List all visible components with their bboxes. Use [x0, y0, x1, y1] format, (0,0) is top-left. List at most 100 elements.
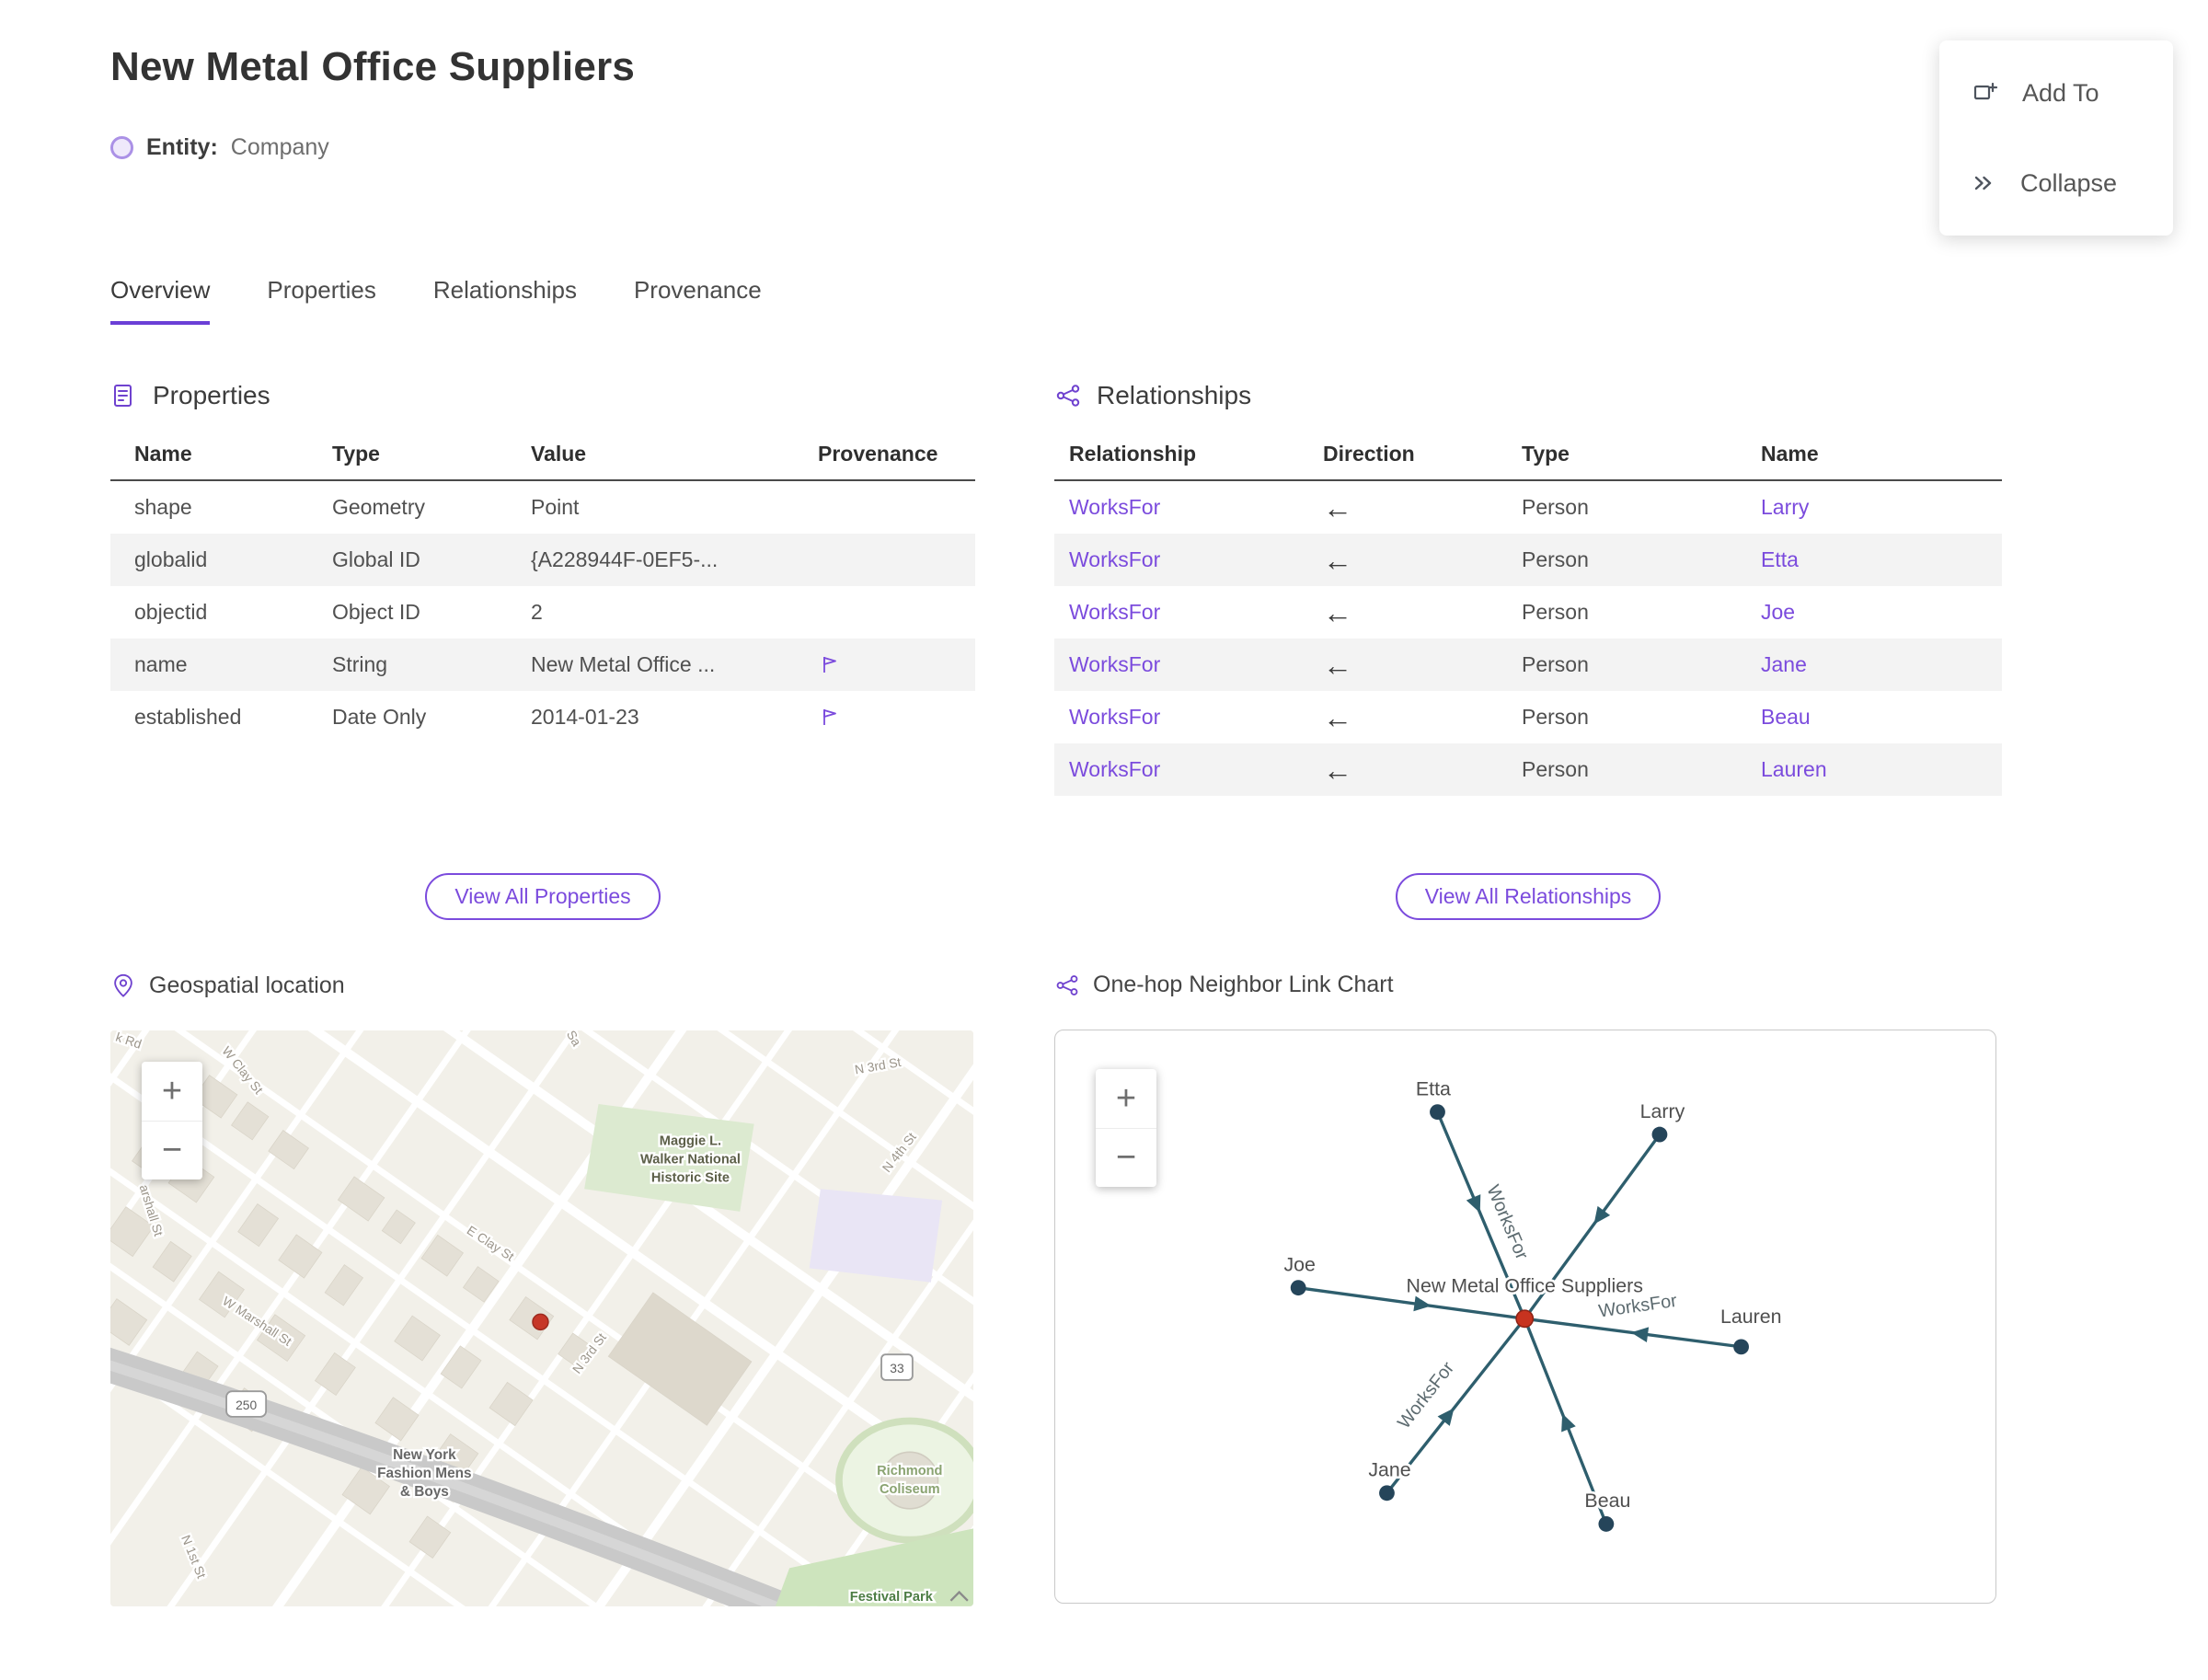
related-entity-link[interactable]: Lauren [1761, 757, 1827, 781]
relationship-link[interactable]: WorksFor [1069, 495, 1160, 519]
tab-properties[interactable]: Properties [267, 276, 376, 325]
node-larry[interactable] [1651, 1126, 1668, 1143]
map-pin-icon [114, 973, 132, 997]
related-entity-type: Person [1522, 600, 1589, 624]
table-row: WorksFor ← Person Beau [1054, 691, 2002, 743]
edge-label: WorksFor [1482, 1182, 1532, 1263]
relationship-link[interactable]: WorksFor [1069, 547, 1160, 571]
col-name: Name [134, 442, 192, 466]
prop-value: {A228944F-0EF5-... [531, 547, 719, 571]
related-entity-link[interactable]: Etta [1761, 547, 1799, 571]
table-row: WorksFor ← Person Lauren [1054, 743, 2002, 796]
relationship-link[interactable]: WorksFor [1069, 652, 1160, 676]
relationship-link[interactable]: WorksFor [1069, 757, 1160, 781]
entity-type-icon [110, 136, 133, 159]
svg-text:Historic Site: Historic Site [651, 1171, 730, 1186]
page-title: New Metal Office Suppliers [110, 44, 636, 89]
view-all-properties-button[interactable]: View All Properties [425, 873, 661, 920]
table-row: established Date Only 2014-01-23 [110, 691, 975, 743]
related-entity-link[interactable]: Larry [1761, 495, 1809, 519]
related-entity-type: Person [1522, 547, 1589, 571]
col-provenance: Provenance [818, 442, 938, 466]
route-shield-250: 250 [225, 1390, 268, 1418]
node-lauren[interactable] [1733, 1339, 1749, 1355]
relationships-section-title: Relationships [1097, 381, 1252, 409]
geospatial-header: Geospatial location [110, 972, 973, 999]
related-entity-type: Person [1522, 652, 1589, 676]
properties-table: Name Type Value Provenance shape Geometr… [110, 431, 975, 743]
direction-arrow: ← [1323, 753, 1352, 787]
tab-provenance[interactable]: Provenance [634, 276, 762, 325]
view-all-properties-wrap: View All Properties [110, 873, 975, 920]
direction-arrow: ← [1323, 700, 1352, 734]
relationships-section: Relationships Relationship Direction Typ… [1054, 381, 2002, 920]
direction-arrow: ← [1323, 490, 1352, 524]
map-zoom-out-button[interactable]: − [142, 1121, 202, 1179]
prop-provenance-cell [792, 706, 975, 730]
svg-text:New York: New York [393, 1447, 456, 1463]
entity-location-marker[interactable] [532, 1313, 549, 1331]
link-chart-svg: WorksFor WorksFor WorksFor Etta Larry Jo… [1282, 1076, 1784, 1532]
svg-text:33: 33 [890, 1361, 904, 1375]
direction-arrow: ← [1323, 648, 1352, 682]
tab-overview[interactable]: Overview [110, 276, 211, 325]
relationship-link[interactable]: WorksFor [1069, 705, 1160, 729]
provenance-flag-icon[interactable] [818, 706, 842, 730]
related-entity-link[interactable]: Joe [1761, 600, 1795, 624]
svg-text:Fashion Mens: Fashion Mens [377, 1466, 471, 1481]
node-joe[interactable] [1290, 1280, 1306, 1296]
prop-type: Global ID [332, 547, 420, 571]
map-canvas[interactable]: + − k Rd W Clay St Sa N 3rd St N 4th St … [110, 1030, 973, 1606]
col-direction: Direction [1323, 442, 1415, 466]
prop-type: Date Only [332, 705, 427, 729]
tab-relationships[interactable]: Relationships [433, 276, 577, 325]
add-to-icon [1973, 82, 1998, 100]
node-label: Jane [1368, 1458, 1410, 1480]
prop-value: 2014-01-23 [531, 705, 639, 729]
related-entity-link[interactable]: Beau [1761, 705, 1811, 729]
link-chart-canvas[interactable]: + − WorksFor WorksFor WorksFor Etta Larr… [1054, 1030, 1996, 1604]
relationships-table: Relationship Direction Type Name WorksFo… [1054, 431, 2002, 796]
node-etta[interactable] [1430, 1104, 1445, 1121]
prop-value: New Metal Office ... [531, 652, 716, 676]
route-shield-33: 33 [880, 1353, 914, 1381]
collapse-button[interactable]: Collapse [1939, 142, 2173, 224]
prop-value: Point [531, 495, 580, 519]
view-all-relationships-wrap: View All Relationships [1054, 873, 2002, 920]
prop-name: name [134, 652, 188, 676]
entity-details-page: New Metal Office Suppliers Entity: Compa… [0, 0, 2208, 1680]
node-center-company[interactable] [1515, 1309, 1535, 1329]
table-row: objectid Object ID 2 [110, 586, 975, 639]
table-row: WorksFor ← Person Joe [1054, 586, 2002, 639]
map-zoom-control: + − [142, 1062, 202, 1179]
properties-section: Properties Name Type Value Provenance sh… [110, 381, 975, 920]
table-row: name String New Metal Office ... [110, 639, 975, 691]
add-to-button[interactable]: Add To [1939, 52, 2173, 134]
properties-form-icon [114, 385, 132, 407]
node-label: Beau [1584, 1490, 1630, 1512]
relationship-link[interactable]: WorksFor [1069, 600, 1160, 624]
related-entity-link[interactable]: Jane [1761, 652, 1807, 676]
collapse-double-chevron-icon [1974, 176, 1992, 190]
table-row: WorksFor ← Person Larry [1054, 481, 2002, 534]
table-row: globalid Global ID {A228944F-0EF5-... [110, 534, 975, 586]
svg-text:Maggie L.: Maggie L. [660, 1134, 721, 1149]
node-beau[interactable] [1598, 1516, 1615, 1532]
chart-zoom-out-button[interactable]: − [1096, 1128, 1156, 1187]
provenance-flag-icon[interactable] [818, 653, 842, 677]
view-all-relationships-button[interactable]: View All Relationships [1395, 873, 1662, 920]
relationships-table-header: Relationship Direction Type Name [1054, 431, 2002, 481]
direction-arrow: ← [1323, 595, 1352, 629]
relationships-section-header: Relationships [1054, 381, 2002, 410]
basemap-svg: k Rd W Clay St Sa N 3rd St N 4th St arsh… [110, 1030, 973, 1606]
map-zoom-in-button[interactable]: + [142, 1062, 202, 1121]
properties-section-title: Properties [153, 381, 270, 409]
related-entity-type: Person [1522, 495, 1589, 519]
chart-zoom-in-button[interactable]: + [1096, 1069, 1156, 1128]
node-label: Lauren [1720, 1306, 1782, 1328]
link-chart-title: One-hop Neighbor Link Chart [1093, 972, 1394, 997]
col-type: Type [332, 442, 380, 466]
prop-type: Object ID [332, 600, 420, 624]
node-jane[interactable] [1379, 1485, 1395, 1502]
svg-text:Richmond: Richmond [877, 1464, 942, 1479]
